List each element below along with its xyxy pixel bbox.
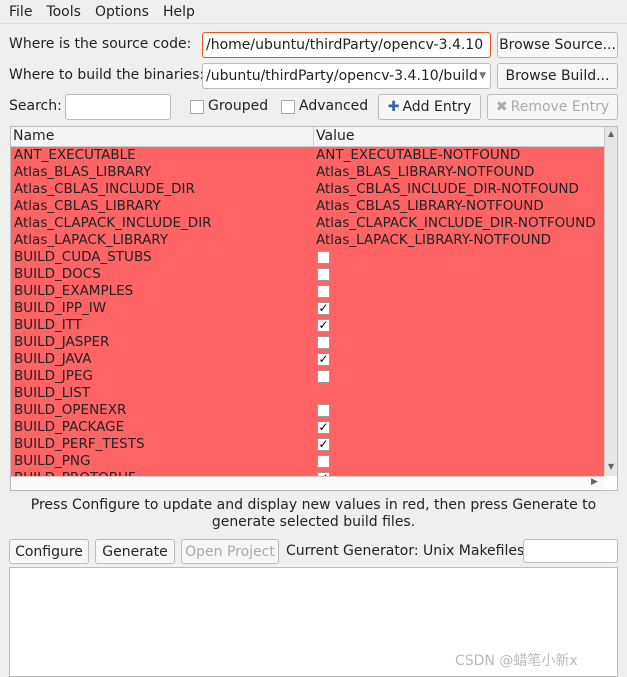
generator-field[interactable] — [523, 539, 618, 563]
column-header-value[interactable]: Value — [316, 128, 354, 144]
row-checkbox[interactable] — [317, 251, 330, 264]
table-row[interactable]: Atlas_CBLAS_INCLUDE_DIR Atlas_CBLAS_INCLU… — [11, 181, 604, 198]
row-name: BUILD_CUDA_STUBS — [14, 249, 152, 265]
table-header: Name Value — [11, 127, 604, 147]
row-name: BUILD_EXAMPLES — [14, 283, 134, 299]
browse-source-button[interactable]: Browse Source... — [497, 32, 618, 58]
menu-bar: File Tools Options Help — [0, 0, 627, 24]
add-entry-button[interactable]: ✚ Add Entry — [378, 94, 481, 120]
table-row[interactable]: BUILD_LIST — [11, 385, 604, 402]
table-row[interactable]: BUILD_ITT ✓ — [11, 317, 604, 334]
remove-entry-button[interactable]: ✖ Remove Entry — [487, 94, 618, 120]
grouped-checkbox[interactable] — [190, 100, 204, 114]
table-row[interactable]: BUILD_JPEG — [11, 368, 604, 385]
row-name: BUILD_JASPER — [14, 334, 110, 350]
configure-button[interactable]: Configure — [9, 539, 89, 564]
table-row[interactable]: ANT_EXECUTABLE ANT_EXECUTABLE-NOTFOUND — [11, 147, 604, 164]
row-name: BUILD_DOCS — [14, 266, 101, 282]
row-value[interactable]: Atlas_CBLAS_INCLUDE_DIR-NOTFOUND — [316, 181, 579, 198]
row-value[interactable]: Atlas_LAPACK_LIBRARY-NOTFOUND — [316, 232, 551, 249]
row-name: BUILD_LIST — [14, 385, 91, 401]
menu-options[interactable]: Options — [95, 4, 149, 20]
row-name: ANT_EXECUTABLE — [14, 147, 136, 163]
row-name: Atlas_BLAS_LIBRARY — [14, 164, 152, 180]
row-name: BUILD_ITT — [14, 317, 83, 333]
build-label: Where to build the binaries: — [9, 67, 205, 83]
row-name: BUILD_PERF_TESTS — [14, 436, 145, 452]
row-value[interactable]: Atlas_CLAPACK_INCLUDE_DIR-NOTFOUND — [316, 215, 596, 232]
table-row[interactable]: Atlas_LAPACK_LIBRARY Atlas_LAPACK_LIBRARY… — [11, 232, 604, 249]
search-input[interactable] — [65, 94, 171, 120]
row-name: BUILD_OPENEXR — [14, 402, 127, 418]
horizontal-scrollbar[interactable]: ▶ — [11, 476, 604, 490]
table-row[interactable]: BUILD_PERF_TESTS ✓ — [11, 436, 604, 453]
remove-icon: ✖ — [495, 99, 508, 115]
table-body: ANT_EXECUTABLE ANT_EXECUTABLE-NOTFOUND Atl… — [11, 147, 604, 476]
grouped-label: Grouped — [208, 98, 269, 114]
row-checkbox[interactable] — [317, 404, 330, 417]
column-header-name[interactable]: Name — [13, 128, 54, 144]
table-row[interactable]: BUILD_JAVA ✓ — [11, 351, 604, 368]
table-row[interactable]: BUILD_PACKAGE ✓ — [11, 419, 604, 436]
table-row[interactable]: BUILD_IPP_IW ✓ — [11, 300, 604, 317]
row-checkbox[interactable]: ✓ — [317, 421, 330, 434]
plus-icon: ✚ — [387, 99, 400, 115]
row-name: BUILD_JPEG — [14, 368, 93, 384]
row-name: Atlas_CLAPACK_INCLUDE_DIR — [14, 215, 212, 231]
row-value[interactable]: Atlas_BLAS_LIBRARY-NOTFOUND — [316, 164, 534, 181]
row-checkbox[interactable]: ✓ — [317, 353, 330, 366]
row-name: Atlas_CBLAS_INCLUDE_DIR — [14, 181, 195, 197]
source-label: Where is the source code: — [9, 36, 192, 52]
table-row[interactable]: BUILD_JASPER — [11, 334, 604, 351]
hint-text: Press Configure to update and display ne… — [30, 497, 597, 530]
advanced-label: Advanced — [299, 98, 369, 114]
vertical-scrollbar[interactable]: ▲ ▼ — [604, 127, 617, 476]
advanced-checkbox[interactable] — [281, 100, 295, 114]
row-name: BUILD_PNG — [14, 453, 91, 469]
table-row[interactable]: Atlas_CLAPACK_INCLUDE_DIR Atlas_CLAPACK_I… — [11, 215, 604, 232]
table-row[interactable]: Atlas_CBLAS_LIBRARY Atlas_CBLAS_LIBRARY-N… — [11, 198, 604, 215]
table-row[interactable]: BUILD_DOCS — [11, 266, 604, 283]
search-label: Search: — [9, 98, 62, 114]
row-name: Atlas_LAPACK_LIBRARY — [14, 232, 169, 248]
menu-file[interactable]: File — [9, 4, 32, 20]
chevron-down-icon: ▼ — [479, 71, 486, 81]
row-checkbox[interactable] — [317, 285, 330, 298]
row-name: BUILD_JAVA — [14, 351, 92, 367]
generate-button[interactable]: Generate — [95, 539, 175, 564]
menu-tools[interactable]: Tools — [46, 4, 81, 20]
row-value[interactable]: Atlas_CBLAS_LIBRARY-NOTFOUND — [316, 198, 544, 215]
row-checkbox[interactable]: ✓ — [317, 319, 330, 332]
table-row[interactable]: BUILD_EXAMPLES — [11, 283, 604, 300]
table-row[interactable]: BUILD_PNG — [11, 453, 604, 470]
table-row[interactable]: BUILD_CUDA_STUBS — [11, 249, 604, 266]
row-checkbox[interactable] — [317, 455, 330, 468]
row-checkbox[interactable]: ✓ — [317, 438, 330, 451]
cache-table: Name Value ANT_EXECUTABLE ANT_EXECUTABLE-… — [10, 126, 618, 491]
row-checkbox[interactable] — [317, 370, 330, 383]
row-name: BUILD_PACKAGE — [14, 419, 125, 435]
table-row[interactable]: Atlas_BLAS_LIBRARY Atlas_BLAS_LIBRARY-NOT… — [11, 164, 604, 181]
browse-build-button[interactable]: Browse Build... — [497, 63, 618, 89]
current-generator-label: Current Generator: Unix Makefiles — [286, 543, 525, 559]
watermark: CSDN @蜡笔小新x — [455, 653, 578, 669]
row-checkbox[interactable]: ✓ — [317, 302, 330, 315]
build-combobox[interactable]: /ubuntu/thirdParty/opencv-3.4.10/build ▼ — [202, 63, 491, 89]
row-name: Atlas_CBLAS_LIBRARY — [14, 198, 161, 214]
table-row[interactable]: BUILD_OPENEXR — [11, 402, 604, 419]
row-value[interactable]: ANT_EXECUTABLE-NOTFOUND — [316, 147, 520, 164]
row-name: BUILD_IPP_IW — [14, 300, 107, 316]
source-input[interactable]: /home/ubuntu/thirdParty/opencv-3.4.10 — [202, 32, 491, 58]
open-project-button[interactable]: Open Project — [181, 539, 279, 564]
menu-help[interactable]: Help — [163, 4, 195, 20]
build-value: /ubuntu/thirdParty/opencv-3.4.10/build — [206, 68, 478, 84]
row-checkbox[interactable] — [317, 268, 330, 281]
row-checkbox[interactable] — [317, 336, 330, 349]
